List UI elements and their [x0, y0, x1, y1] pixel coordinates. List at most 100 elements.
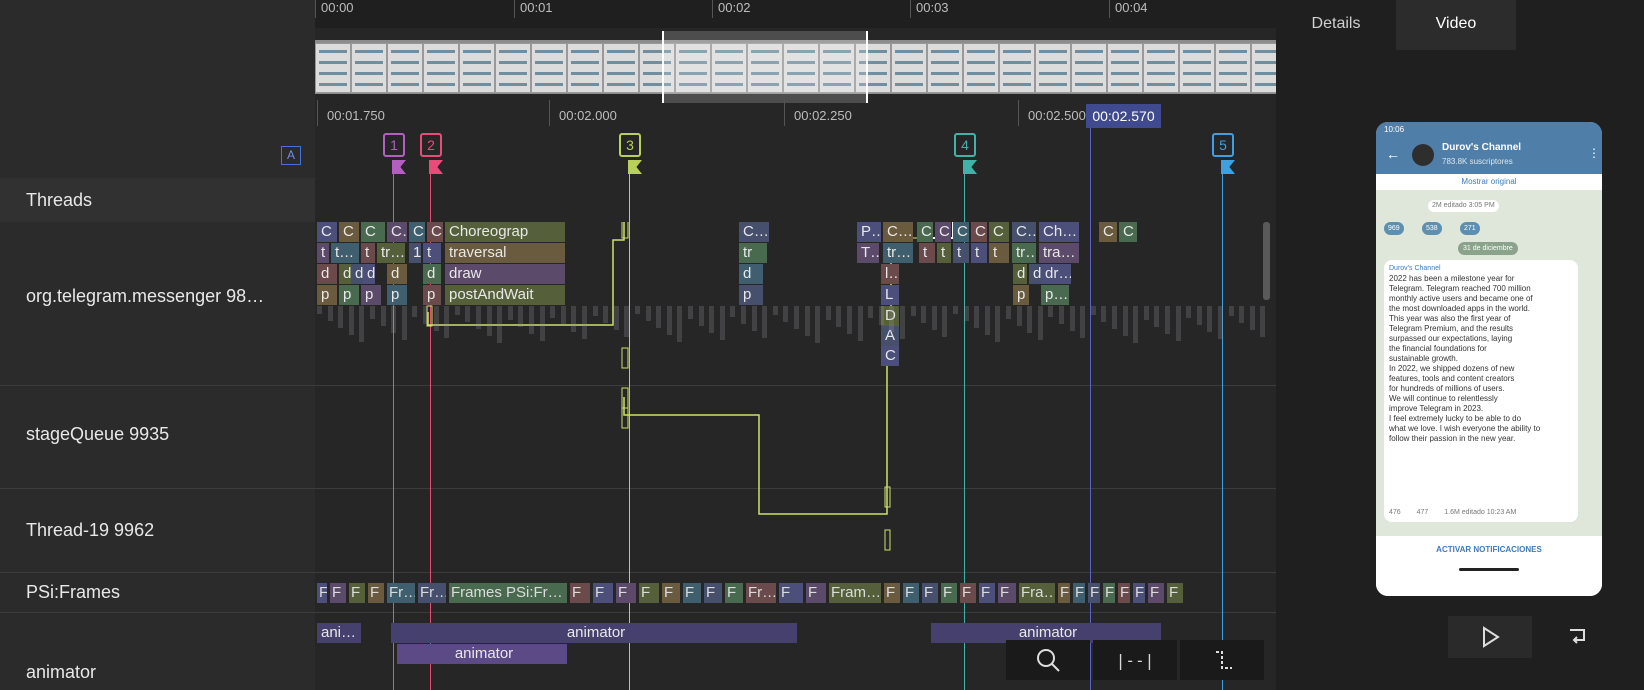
thread-slice[interactable]: traversal: [445, 243, 565, 263]
thread-slice[interactable]: C: [409, 222, 425, 242]
thread-slice[interactable]: C: [953, 222, 969, 242]
thread-slice[interactable]: C: [989, 222, 1009, 242]
thread-slice[interactable]: T…: [857, 243, 879, 263]
marker-flag-icon[interactable]: [963, 160, 977, 174]
marker-flag-icon[interactable]: [429, 160, 443, 174]
thread-slice[interactable]: t: [971, 243, 987, 263]
frame-slice[interactable]: F: [960, 583, 976, 603]
timeline-tracks[interactable]: CCCC…CCChoreograpC…P…C…CCCCCC…Ch…CCtt…tt…: [317, 222, 1276, 690]
thread-slice[interactable]: dr…: [1041, 264, 1071, 284]
tab-video[interactable]: Video: [1396, 0, 1516, 50]
thread-slice[interactable]: C: [1119, 222, 1137, 242]
marker-flag-icon[interactable]: [1221, 160, 1235, 174]
thread-slice[interactable]: d: [351, 264, 363, 284]
thread-slice[interactable]: C…: [739, 222, 769, 242]
marker-label[interactable]: 2: [420, 133, 442, 157]
marker-label[interactable]: 3: [619, 133, 641, 157]
frame-slice[interactable]: F: [979, 583, 995, 603]
zoom-fit-button[interactable]: |--|: [1093, 640, 1177, 680]
thread-slice[interactable]: C: [971, 222, 987, 242]
thread-slice[interactable]: p: [361, 285, 381, 305]
frame-slice[interactable]: F: [884, 583, 900, 603]
thread-slice[interactable]: P…: [857, 222, 881, 242]
thread-slice[interactable]: p…: [1041, 285, 1069, 305]
track-group-badge[interactable]: A: [281, 146, 301, 165]
thread-slice[interactable]: p: [739, 285, 763, 305]
frame-slice[interactable]: F: [1167, 583, 1183, 603]
thread-slice[interactable]: C: [339, 222, 359, 242]
marker-label[interactable]: 1: [383, 133, 405, 157]
marker-label[interactable]: 4: [954, 133, 976, 157]
thread-slice[interactable]: C: [881, 346, 899, 366]
animator-slice[interactable]: animator: [397, 644, 567, 664]
thread-slice[interactable]: d: [739, 264, 763, 284]
thread-slice[interactable]: tr…: [1012, 243, 1036, 263]
thread-slice[interactable]: t: [361, 243, 375, 263]
frame-slice[interactable]: F: [330, 583, 346, 603]
zoom-corner-button[interactable]: [1180, 640, 1264, 680]
frame-slice[interactable]: F: [593, 583, 613, 603]
thread-slice[interactable]: t: [989, 243, 1009, 263]
thread-slice[interactable]: C: [935, 222, 951, 242]
marker-flag-icon[interactable]: [392, 160, 406, 174]
tab-details[interactable]: Details: [1276, 0, 1396, 50]
thread-label-stagequeue[interactable]: stageQueue 9935: [26, 424, 169, 445]
thread-slice[interactable]: 1: [409, 243, 421, 263]
frame-slice[interactable]: F: [639, 583, 659, 603]
thread-slice[interactable]: d: [1029, 264, 1041, 284]
zoom-search-button[interactable]: [1006, 640, 1090, 680]
thread-slice[interactable]: C: [427, 222, 443, 242]
frame-slice[interactable]: Fr…: [746, 583, 776, 603]
thread-label-main[interactable]: org.telegram.messenger 98…: [26, 286, 264, 307]
thread-slice[interactable]: L: [881, 285, 899, 305]
animator-slice[interactable]: animator: [391, 623, 797, 643]
frame-slice[interactable]: F: [922, 583, 938, 603]
thread-slice[interactable]: tra…: [1039, 243, 1079, 263]
thread-slice[interactable]: p: [423, 285, 441, 305]
thread-slice[interactable]: tr: [739, 243, 767, 263]
thread-slice[interactable]: p: [387, 285, 407, 305]
thread-slice[interactable]: l…: [881, 264, 899, 284]
thread-slice[interactable]: C: [1099, 222, 1117, 242]
frame-slice[interactable]: F: [941, 583, 957, 603]
frame-slice[interactable]: F: [1148, 583, 1164, 603]
frame-slice[interactable]: F: [704, 583, 722, 603]
frame-slice[interactable]: F: [570, 583, 590, 603]
thread-slice[interactable]: t: [937, 243, 951, 263]
frame-slice[interactable]: F: [903, 583, 919, 603]
vertical-scrollbar[interactable]: [1263, 222, 1270, 300]
thread-slice[interactable]: postAndWait: [445, 285, 565, 305]
frame-slice[interactable]: F: [1088, 583, 1100, 603]
replay-button[interactable]: [1535, 616, 1619, 658]
thread-slice[interactable]: d: [339, 264, 351, 284]
thread-label-thread19[interactable]: Thread-19 9962: [26, 520, 154, 541]
thread-slice[interactable]: d: [387, 264, 407, 284]
thread-slice[interactable]: Ch…: [1039, 222, 1079, 242]
thread-slice[interactable]: d: [423, 264, 441, 284]
thread-slice[interactable]: t…: [331, 243, 359, 263]
thread-slice[interactable]: C…: [1012, 222, 1036, 242]
thread-slice[interactable]: C…: [883, 222, 913, 242]
thread-slice[interactable]: C: [317, 222, 337, 242]
frame-slice[interactable]: Fr…: [418, 583, 446, 603]
frame-slice[interactable]: F: [998, 583, 1016, 603]
thread-slice[interactable]: tr…: [883, 243, 913, 263]
frame-slice[interactable]: F: [1073, 583, 1085, 603]
frame-slice[interactable]: F: [1133, 583, 1145, 603]
frame-slice[interactable]: F: [779, 583, 803, 603]
thread-slice[interactable]: tr…: [377, 243, 405, 263]
thread-slice[interactable]: p: [339, 285, 359, 305]
frame-slice[interactable]: F: [1118, 583, 1130, 603]
frame-slice[interactable]: Fra…: [1019, 583, 1055, 603]
thread-slice[interactable]: t: [919, 243, 935, 263]
marker-flag-icon[interactable]: [628, 160, 642, 174]
thread-slice[interactable]: C…: [387, 222, 407, 242]
filmstrip-selection-window[interactable]: [662, 31, 868, 103]
thread-slice[interactable]: t: [953, 243, 969, 263]
thread-slice[interactable]: t: [423, 243, 441, 263]
frame-slice[interactable]: F: [616, 583, 636, 603]
frame-slice[interactable]: F: [662, 583, 680, 603]
frame-slice[interactable]: F: [683, 583, 701, 603]
thread-slice[interactable]: t: [317, 243, 329, 263]
frame-slice[interactable]: F: [349, 583, 365, 603]
